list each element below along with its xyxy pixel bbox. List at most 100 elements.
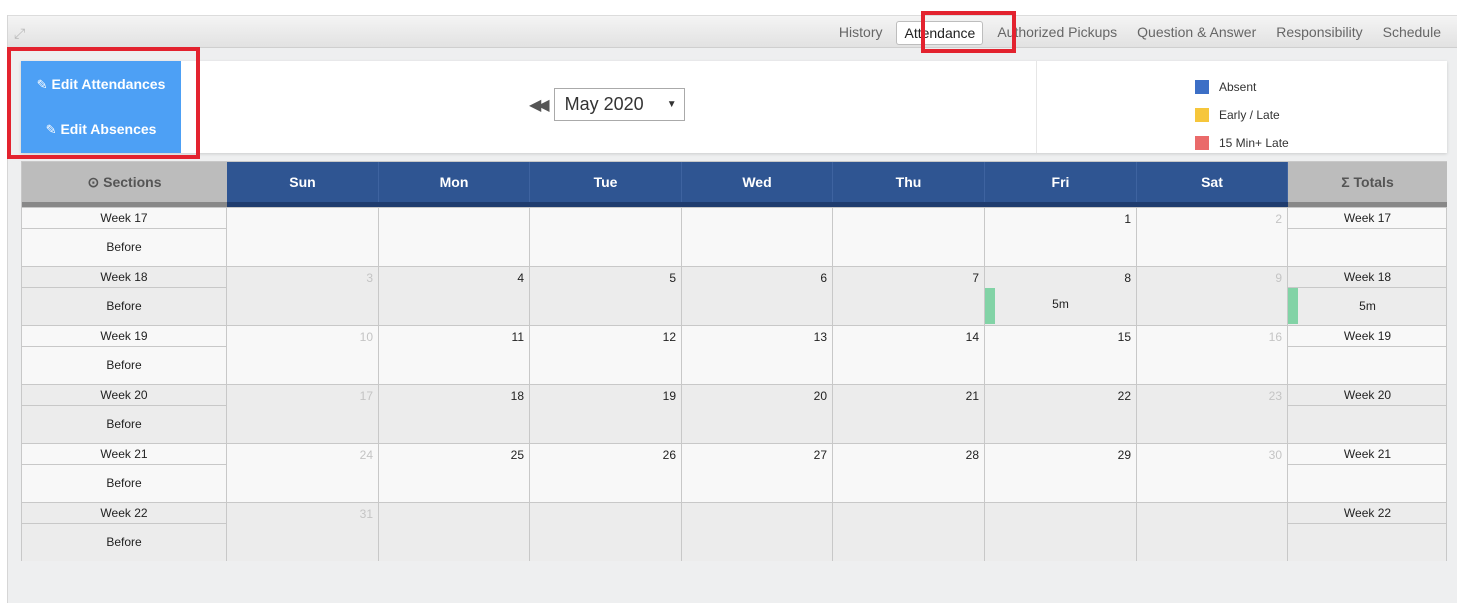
legend-label: Absent [1219, 80, 1257, 94]
day-number: 12 [662, 330, 676, 344]
day-cell[interactable]: 1 [985, 208, 1137, 266]
calendar-header: ⊙ Sections Sun Mon Tue Wed Thu Fri Sat Σ Totals [22, 162, 1447, 202]
day-cell[interactable]: 2 [1137, 208, 1288, 266]
sections-header-label: Sections [103, 174, 162, 190]
day-cell[interactable]: 16 [1137, 326, 1288, 384]
week-label: Week 20 [22, 385, 226, 406]
day-cell[interactable]: 21 [833, 385, 985, 443]
totals-cell: Week 22 [1288, 503, 1447, 561]
day-cell[interactable] [682, 503, 833, 561]
day-cell[interactable]: 31 [227, 503, 379, 561]
month-navigation: ◀◀ May 2020 ▼ [529, 88, 685, 121]
day-cell[interactable]: 28 [833, 444, 985, 502]
day-number: 23 [1268, 389, 1282, 403]
day-header: Sat [1137, 162, 1288, 202]
day-cell[interactable]: 18 [379, 385, 530, 443]
day-cell[interactable]: 23 [1137, 385, 1288, 443]
day-number: 9 [1275, 271, 1282, 285]
day-cell[interactable]: 13 [682, 326, 833, 384]
week-label: Week 19 [22, 326, 226, 347]
day-cell[interactable]: 11 [379, 326, 530, 384]
day-cell[interactable]: 30 [1137, 444, 1288, 502]
day-cell[interactable] [530, 503, 682, 561]
tab-responsibility[interactable]: Responsibility [1266, 16, 1372, 49]
section-cell: Week 17 Before [22, 208, 227, 266]
day-header: Tue [530, 162, 682, 202]
day-cell[interactable] [682, 208, 833, 266]
attendance-header-panel: ✎ Edit Attendances ✎ Edit Absences ◀◀ May … [21, 61, 1447, 153]
week-total-value-row: 5m [1288, 288, 1447, 325]
day-number: 14 [965, 330, 979, 344]
day-number: 29 [1117, 448, 1131, 462]
day-number: 2 [1275, 212, 1282, 226]
day-cell[interactable]: 8 5m [985, 267, 1137, 325]
day-cell[interactable]: 4 [379, 267, 530, 325]
section-name: Before [106, 417, 142, 431]
day-header: Thu [833, 162, 985, 202]
week-total-value: 5m [1359, 299, 1376, 313]
expand-icon[interactable]: ⤢ [14, 24, 32, 42]
week-total-label: Week 22 [1288, 503, 1447, 524]
day-number: 18 [510, 389, 524, 403]
day-number: 1 [1124, 212, 1131, 226]
attendance-calendar: ⊙ Sections Sun Mon Tue Wed Thu Fri Sat Σ Totals … [21, 161, 1447, 561]
day-cell[interactable]: 17 [227, 385, 379, 443]
month-select-value: May 2020 [564, 94, 644, 114]
day-cell[interactable] [530, 208, 682, 266]
day-cell[interactable]: 27 [682, 444, 833, 502]
tab-schedule[interactable]: Schedule [1373, 16, 1451, 49]
day-cell[interactable]: 25 [379, 444, 530, 502]
week-row: Week 22 Before 31 Week 22 [22, 502, 1447, 561]
day-cell[interactable]: 15 [985, 326, 1137, 384]
day-cell[interactable]: 20 [682, 385, 833, 443]
day-cell[interactable]: 5 [530, 267, 682, 325]
legend-item: 15 Min+ Late [1195, 129, 1289, 157]
day-number: 27 [813, 448, 827, 462]
day-number: 16 [1268, 330, 1282, 344]
total-marker [1288, 288, 1298, 324]
day-cell[interactable] [379, 503, 530, 561]
previous-month-icon[interactable]: ◀◀ [529, 95, 550, 115]
day-cell[interactable] [833, 503, 985, 561]
day-cell[interactable]: 12 [530, 326, 682, 384]
day-number: 15 [1117, 330, 1131, 344]
day-cell[interactable]: 24 [227, 444, 379, 502]
tab-attendance[interactable]: Attendance [896, 20, 984, 45]
week-total-value-row [1288, 229, 1447, 266]
attendance-app: ⤢ History Attendance Authorized Pickups … [7, 15, 1457, 603]
tab-question-answer[interactable]: Question & Answer [1127, 16, 1266, 49]
tab-strip: History Attendance Authorized Pickups Qu… [829, 16, 1451, 49]
month-select[interactable]: May 2020 ▼ [553, 88, 685, 121]
edit-absences-button[interactable]: ✎ Edit Absences [21, 121, 181, 138]
day-cell[interactable]: 3 [227, 267, 379, 325]
edit-attendances-button[interactable]: ✎ Edit Attendances [21, 76, 181, 93]
day-cell[interactable] [227, 208, 379, 266]
day-cell[interactable]: 9 [1137, 267, 1288, 325]
section-cell: Week 18 Before [22, 267, 227, 325]
edit-attendances-label: Edit Attendances [51, 76, 166, 92]
totals-cell: Week 20 [1288, 385, 1447, 443]
week-row: Week 20 Before 17 18 19 20 21 22 23 Week 20 [22, 384, 1447, 443]
week-total-label: Week 21 [1288, 444, 1447, 465]
edit-actions: ✎ Edit Attendances ✎ Edit Absences [21, 61, 181, 153]
day-number: 13 [813, 330, 827, 344]
day-number: 20 [813, 389, 827, 403]
tab-authorized-pickups[interactable]: Authorized Pickups [987, 16, 1127, 49]
day-cell[interactable] [1137, 503, 1288, 561]
day-number: 10 [359, 330, 373, 344]
day-cell[interactable]: 10 [227, 326, 379, 384]
day-cell[interactable]: 19 [530, 385, 682, 443]
day-cell[interactable]: 29 [985, 444, 1137, 502]
day-cell[interactable] [985, 503, 1137, 561]
day-cell[interactable]: 14 [833, 326, 985, 384]
day-cell[interactable] [833, 208, 985, 266]
section-name: Before [106, 358, 142, 372]
section-cell: Week 21 Before [22, 444, 227, 502]
day-cell[interactable]: 6 [682, 267, 833, 325]
day-cell[interactable] [379, 208, 530, 266]
tab-history[interactable]: History [829, 16, 893, 49]
day-cell[interactable]: 7 [833, 267, 985, 325]
section-name: Before [106, 535, 142, 549]
day-cell[interactable]: 26 [530, 444, 682, 502]
day-cell[interactable]: 22 [985, 385, 1137, 443]
